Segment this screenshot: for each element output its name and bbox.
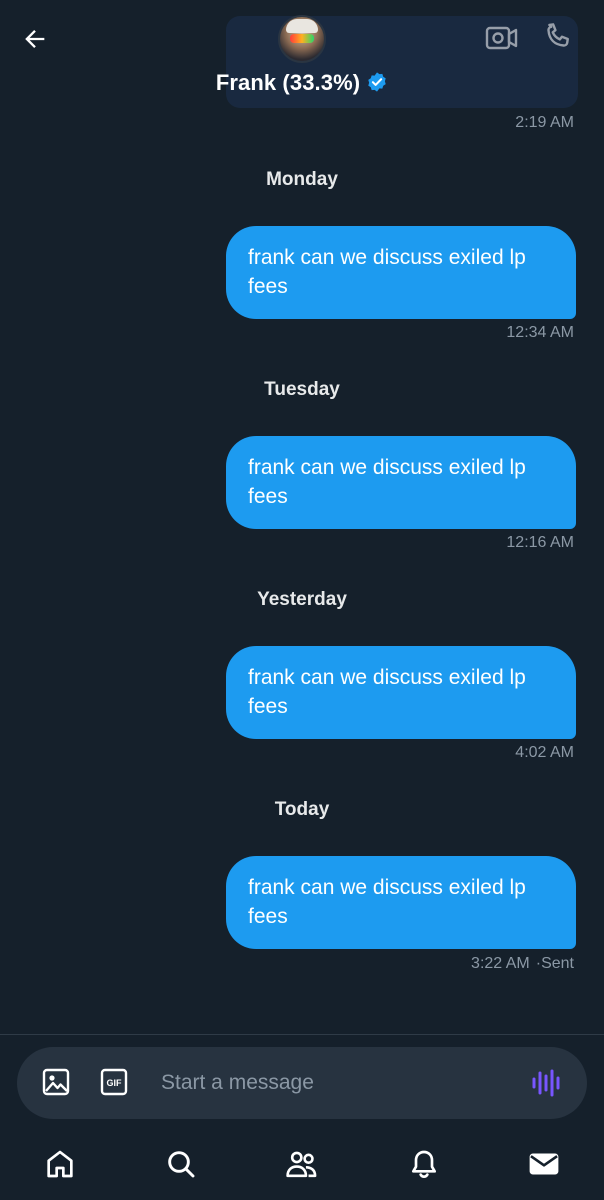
- sent-message-bubble[interactable]: frank can we discuss exiled lp fees: [226, 646, 576, 739]
- tab-home[interactable]: [42, 1146, 78, 1182]
- home-icon: [47, 1150, 73, 1178]
- day-separator: Tuesday: [264, 379, 340, 400]
- back-arrow-icon: [25, 30, 45, 48]
- day-separator: Yesterday: [257, 589, 347, 610]
- message-timestamp: 4:02 AM: [515, 744, 574, 761]
- phone-call-button[interactable]: [540, 20, 576, 56]
- tab-messages[interactable]: [526, 1146, 562, 1182]
- gif-label: GIF: [107, 1078, 123, 1088]
- phone-icon: [547, 23, 569, 47]
- verified-badge-icon: [366, 71, 388, 99]
- message-timestamp: 2:19 AM: [515, 114, 574, 131]
- message-timestamp: 3:22 AM: [471, 955, 530, 972]
- message-status: ·Sent: [535, 955, 574, 972]
- video-call-icon: [485, 26, 518, 50]
- notifications-icon: [412, 1150, 436, 1179]
- sent-message-bubble[interactable]: frank can we discuss exiled lp fees: [226, 226, 576, 319]
- tab-communities[interactable]: [284, 1146, 320, 1182]
- image-icon: [42, 1068, 70, 1096]
- bottom-navigation: [0, 1132, 604, 1200]
- avatar-cap: [286, 19, 318, 33]
- tab-search[interactable]: [163, 1146, 199, 1182]
- gif-icon: GIF: [100, 1068, 128, 1096]
- conversation-header: Frank (33.3%): [0, 0, 604, 110]
- day-separator: Today: [274, 799, 330, 820]
- sent-message-bubble[interactable]: frank can we discuss exiled lp fees: [226, 856, 576, 949]
- day-separator: Monday: [266, 169, 338, 190]
- message-status-row: 3:22 AM ·Sent: [471, 955, 574, 973]
- message-timestamp: 12:34 AM: [506, 324, 574, 341]
- add-gif-button[interactable]: GIF: [99, 1067, 131, 1099]
- tab-notifications[interactable]: [406, 1146, 442, 1182]
- avatar[interactable]: [278, 15, 326, 63]
- sent-message-bubble[interactable]: frank can we discuss exiled lp fees: [226, 436, 576, 529]
- contact-name: Frank (33.3%): [215, 70, 361, 95]
- message-composer: GIF: [17, 1047, 587, 1119]
- communities-icon: [286, 1151, 317, 1178]
- back-button[interactable]: [16, 20, 54, 58]
- message-timestamp: 12:16 AM: [506, 534, 574, 551]
- search-icon: [168, 1151, 195, 1178]
- add-photo-button[interactable]: [41, 1067, 73, 1099]
- avatar-glasses: [290, 34, 314, 43]
- contact-name-row[interactable]: Frank (33.3%): [0, 70, 604, 99]
- composer-bar: GIF: [0, 1034, 604, 1131]
- voice-message-icon: [532, 1069, 560, 1097]
- message-input[interactable]: [161, 1063, 501, 1103]
- messages-icon: [529, 1153, 559, 1175]
- video-call-button[interactable]: [484, 22, 520, 54]
- voice-message-button[interactable]: [529, 1067, 565, 1099]
